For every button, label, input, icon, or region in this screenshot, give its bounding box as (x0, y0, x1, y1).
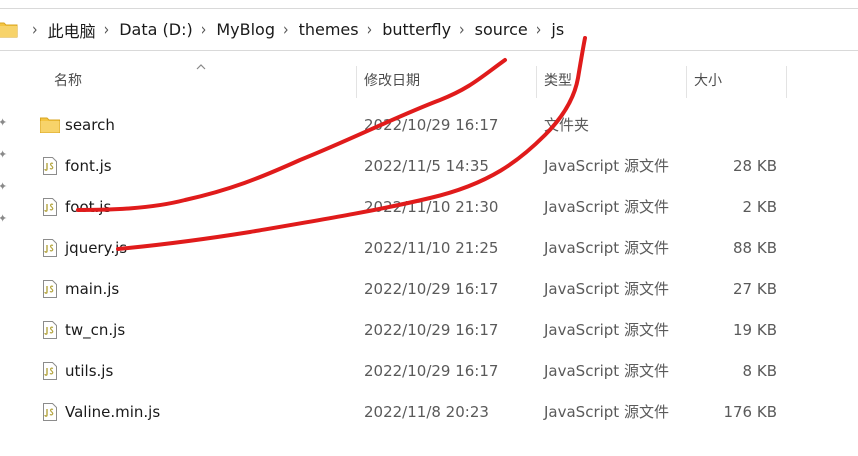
column-size[interactable]: 大小 (694, 62, 722, 98)
chevron-right-icon[interactable]: › (367, 20, 373, 39)
column-type[interactable]: 类型 (544, 62, 572, 98)
js-file-icon (40, 145, 60, 186)
list-item[interactable]: utils.js 2022/10/29 16:17 JavaScript 源文件… (0, 350, 858, 391)
file-size: 176 KB (723, 402, 777, 421)
breadcrumb-source[interactable]: source (475, 20, 528, 39)
file-type: JavaScript 源文件 (544, 198, 669, 216)
file-date: 2022/10/29 16:17 (364, 361, 499, 380)
file-type: JavaScript 源文件 (544, 280, 669, 298)
file-date: 2022/11/10 21:30 (364, 197, 499, 216)
file-name: tw_cn.js (65, 320, 126, 339)
column-divider[interactable] (536, 66, 537, 98)
file-type: JavaScript 源文件 (544, 321, 669, 339)
column-divider[interactable] (356, 66, 357, 98)
column-name[interactable]: 名称 (54, 62, 82, 98)
address-bar[interactable]: › 此电脑 › Data (D:) › MyBlog › themes › bu… (0, 8, 858, 51)
folder-icon (40, 104, 60, 145)
file-date: 2022/10/29 16:17 (364, 279, 499, 298)
file-type: JavaScript 源文件 (544, 239, 669, 257)
file-size: 28 KB (733, 156, 777, 175)
chevron-right-icon[interactable]: › (459, 20, 465, 39)
file-size: 27 KB (733, 279, 777, 298)
column-date[interactable]: 修改日期 (364, 62, 420, 98)
chevron-right-icon[interactable]: › (283, 20, 289, 39)
file-type: JavaScript 源文件 (544, 403, 669, 421)
file-name: font.js (65, 156, 112, 175)
list-item[interactable]: main.js 2022/10/29 16:17 JavaScript 源文件 … (0, 268, 858, 309)
breadcrumb-myblog[interactable]: MyBlog (216, 20, 275, 39)
list-item[interactable]: tw_cn.js 2022/10/29 16:17 JavaScript 源文件… (0, 309, 858, 350)
file-type: 文件夹 (544, 116, 590, 134)
breadcrumb-data-drive[interactable]: Data (D:) (119, 20, 192, 39)
column-header: 名称 修改日期 类型 大小 (0, 62, 858, 100)
sort-ascending-icon (196, 64, 206, 70)
list-item[interactable]: foot.js 2022/11/10 21:30 JavaScript 源文件 … (0, 186, 858, 227)
file-date: 2022/10/29 16:17 (364, 320, 499, 339)
file-type: JavaScript 源文件 (544, 362, 669, 380)
js-file-icon (40, 268, 60, 309)
chevron-right-icon[interactable]: › (536, 20, 542, 39)
file-type: JavaScript 源文件 (544, 157, 669, 175)
file-name: utils.js (65, 361, 114, 380)
chevron-right-icon[interactable]: › (32, 20, 38, 39)
js-file-icon (40, 391, 60, 432)
folder-icon (0, 22, 18, 38)
breadcrumb-themes[interactable]: themes (299, 20, 359, 39)
file-size: 88 KB (733, 238, 777, 257)
file-name: jquery.js (65, 238, 128, 257)
js-file-icon (40, 350, 60, 391)
js-file-icon (40, 186, 60, 227)
file-name: search (65, 115, 115, 134)
breadcrumb-butterfly[interactable]: butterfly (382, 20, 451, 39)
file-date: 2022/11/10 21:25 (364, 238, 499, 257)
list-item[interactable]: jquery.js 2022/11/10 21:25 JavaScript 源文… (0, 227, 858, 268)
file-size: 8 KB (742, 361, 777, 380)
breadcrumb-js[interactable]: js (551, 20, 564, 39)
breadcrumb-this-pc[interactable]: 此电脑 (48, 18, 96, 42)
list-item[interactable]: Valine.min.js 2022/11/8 20:23 JavaScript… (0, 391, 858, 432)
file-size (690, 104, 777, 145)
column-divider[interactable] (786, 66, 787, 98)
file-name: main.js (65, 279, 120, 298)
file-size: 19 KB (733, 320, 777, 339)
list-item[interactable]: search 2022/10/29 16:17 文件夹 (0, 104, 858, 145)
chevron-right-icon[interactable]: › (104, 20, 110, 39)
breadcrumb: › 此电脑 › Data (D:) › MyBlog › themes › bu… (24, 9, 564, 50)
js-file-icon (40, 227, 60, 268)
file-name: Valine.min.js (65, 402, 161, 421)
file-date: 2022/11/5 14:35 (364, 156, 489, 175)
file-date: 2022/10/29 16:17 (364, 115, 499, 134)
file-date: 2022/11/8 20:23 (364, 402, 489, 421)
file-size: 2 KB (742, 197, 777, 216)
column-divider[interactable] (686, 66, 687, 98)
file-name: foot.js (65, 197, 112, 216)
chevron-right-icon[interactable]: › (201, 20, 207, 39)
list-item[interactable]: font.js 2022/11/5 14:35 JavaScript 源文件 2… (0, 145, 858, 186)
js-file-icon (40, 309, 60, 350)
